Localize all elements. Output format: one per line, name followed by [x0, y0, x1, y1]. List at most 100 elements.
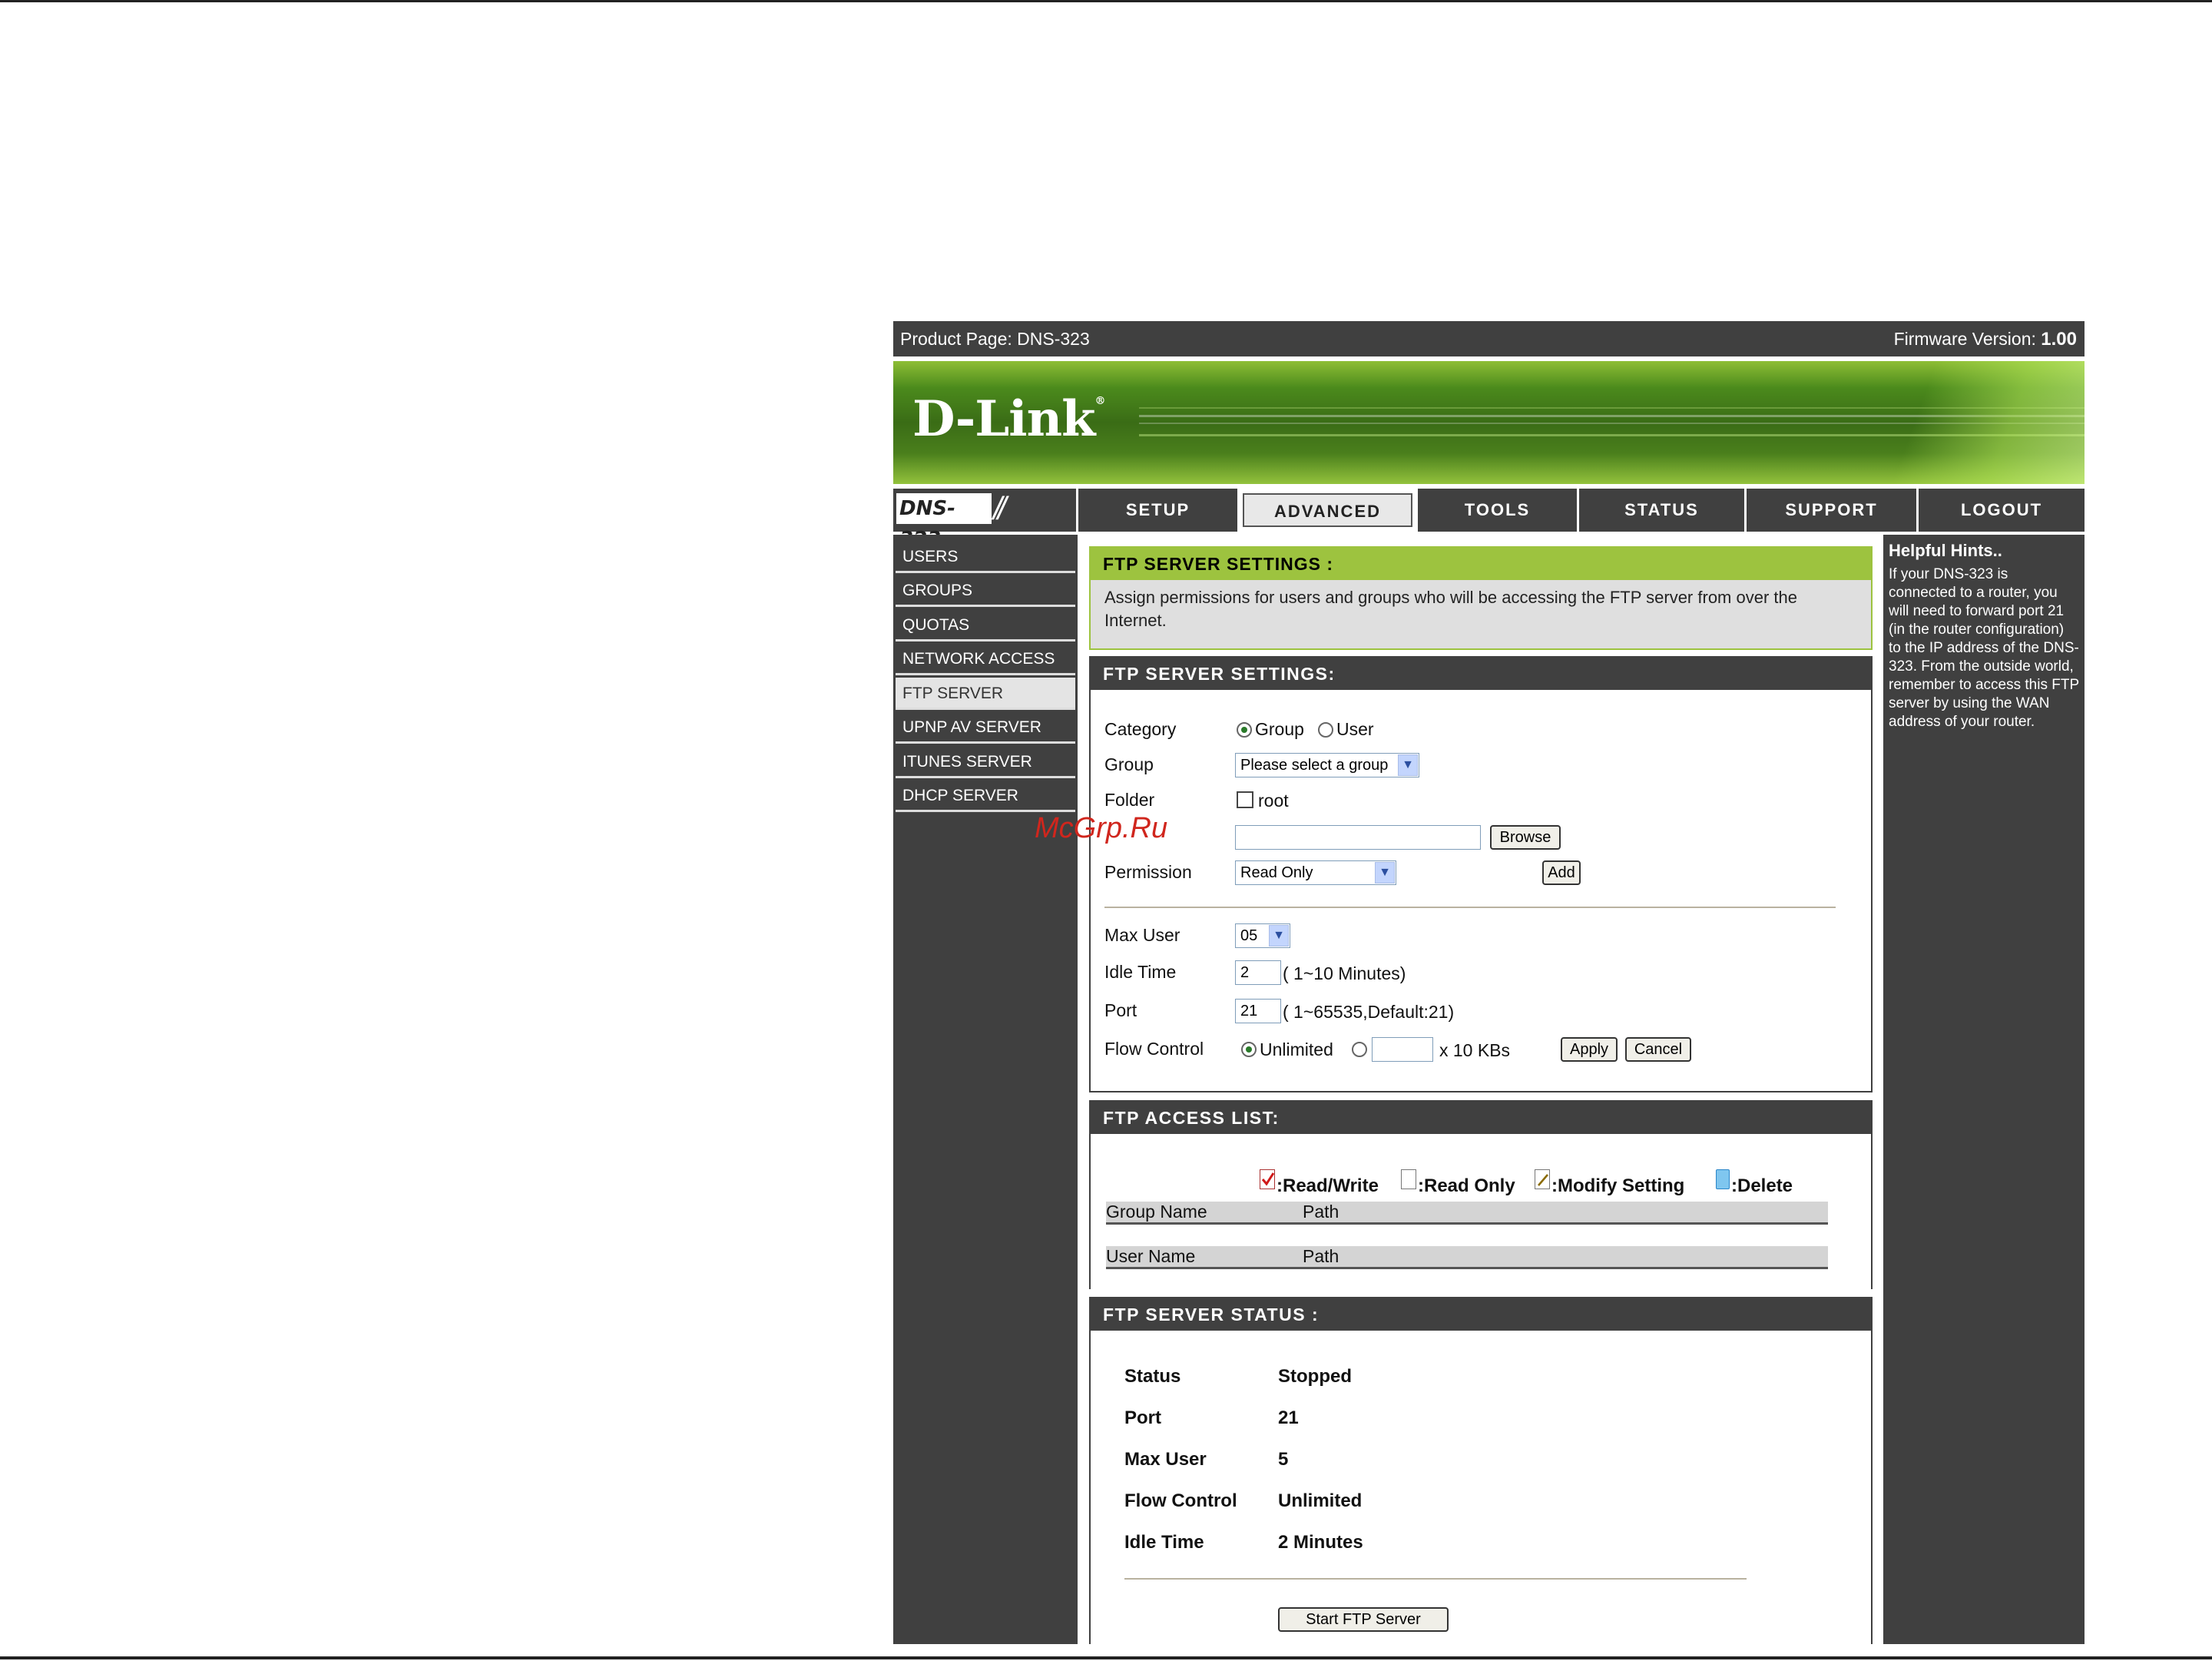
- status-value: Stopped: [1278, 1366, 1352, 1387]
- status-divider: [1124, 1578, 1747, 1580]
- category-user-radio[interactable]: [1318, 722, 1333, 738]
- sidebar-item-groups[interactable]: GROUPS: [896, 575, 1075, 607]
- banner-fan: [1808, 361, 2085, 484]
- apply-button[interactable]: Apply: [1561, 1037, 1618, 1062]
- category-user-label: User: [1336, 719, 1374, 739]
- sidebar-item-itunes-server[interactable]: ITUNES SERVER: [896, 746, 1075, 778]
- status-idle-time-value: 2 Minutes: [1278, 1532, 1363, 1553]
- watermark: McGrp.Ru: [1035, 812, 1168, 844]
- legend-read-write: :Read/Write: [1277, 1175, 1379, 1196]
- root-checkbox-label: root: [1258, 791, 1289, 811]
- browse-button[interactable]: Browse: [1490, 825, 1561, 850]
- bottom-rule: [0, 1656, 2212, 1659]
- firmware-number: 1.00: [2041, 329, 2077, 350]
- group-list-header: Group Name Path: [1106, 1202, 1828, 1225]
- category-group-radio[interactable]: [1237, 722, 1252, 738]
- read-write-icon: [1260, 1169, 1275, 1189]
- flow-limited-radio[interactable]: [1352, 1042, 1367, 1057]
- hints-title: Helpful Hints..: [1889, 541, 2002, 560]
- logo-text: D-Link: [912, 390, 1095, 448]
- permission-select[interactable]: Read Only ▼: [1235, 860, 1396, 885]
- legend-delete: :Delete: [1731, 1175, 1793, 1196]
- port-input[interactable]: 21: [1235, 999, 1281, 1023]
- flow-limit-input[interactable]: [1372, 1037, 1433, 1062]
- settings-panel: FTP SERVER SETTINGS: Category Group User…: [1089, 656, 1873, 1092]
- tab-setup[interactable]: SETUP: [1076, 489, 1237, 532]
- group-name-header: Group Name: [1106, 1202, 1207, 1222]
- main-content: FTP SERVER SETTINGS : Assign permissions…: [1087, 535, 1876, 1644]
- status-title: FTP SERVER STATUS :: [1091, 1298, 1871, 1331]
- group-label: Group: [1104, 754, 1154, 774]
- sidebar-item-dhcp-server[interactable]: DHCP SERVER: [896, 780, 1075, 812]
- sidebar-item-upnp-av-server[interactable]: UPNP AV SERVER: [896, 711, 1075, 744]
- sidebar-item-ftp-server[interactable]: FTP SERVER: [896, 678, 1075, 710]
- category-label: Category: [1104, 719, 1177, 739]
- group-path-header: Path: [1303, 1202, 1339, 1222]
- intro-title: FTP SERVER SETTINGS :: [1091, 548, 1871, 580]
- dlink-admin-page: Product Page: DNS-323 Firmware Version: …: [893, 321, 2085, 1644]
- top-rule: [0, 0, 2212, 2]
- flow-control-label: Flow Control: [1104, 1039, 1204, 1059]
- permission-label: Permission: [1104, 862, 1192, 882]
- root-checkbox[interactable]: [1237, 791, 1253, 808]
- status-max-user-label: Max User: [1124, 1449, 1207, 1470]
- modify-setting-icon: [1535, 1169, 1550, 1189]
- flow-unit-label: x 10 KBs: [1439, 1040, 1511, 1060]
- user-path-header: Path: [1303, 1246, 1339, 1266]
- user-list-header: User Name Path: [1106, 1246, 1828, 1269]
- firmware-label: Firmware Version:: [1893, 329, 2041, 349]
- category-group-label: Group: [1255, 719, 1304, 739]
- idle-time-input[interactable]: 2: [1235, 960, 1281, 985]
- tab-tools[interactable]: TOOLS: [1416, 489, 1577, 532]
- max-user-label: Max User: [1104, 925, 1181, 945]
- hints-text: If your DNS-323 is connected to a router…: [1889, 566, 2079, 730]
- cancel-button[interactable]: Cancel: [1625, 1037, 1691, 1062]
- flow-unlimited-radio[interactable]: [1241, 1042, 1257, 1057]
- chevron-down-icon: ▼: [1375, 862, 1395, 884]
- port-hint: ( 1~65535,Default:21): [1283, 1002, 1455, 1022]
- top-nav: DNS-323 // SETUP ADVANCED TOOLS STATUS S…: [893, 489, 2085, 551]
- tab-status[interactable]: STATUS: [1577, 489, 1744, 532]
- access-list-title: FTP ACCESS LIST:: [1091, 1102, 1871, 1134]
- tab-label: TOOLS: [1464, 500, 1531, 519]
- model-box: DNS-323 //: [893, 489, 1076, 551]
- sidebar-item-users[interactable]: USERS: [896, 541, 1075, 573]
- add-button[interactable]: Add: [1542, 860, 1581, 885]
- firmware-version: Firmware Version: 1.00: [1894, 321, 2077, 357]
- user-name-header: User Name: [1106, 1246, 1196, 1266]
- legend-read-only: :Read Only: [1418, 1175, 1515, 1196]
- brand-banner: D-Link®: [893, 361, 2085, 484]
- start-ftp-server-button[interactable]: Start FTP Server: [1278, 1607, 1449, 1632]
- max-user-select-value: 05: [1240, 927, 1258, 944]
- tab-advanced[interactable]: ADVANCED: [1237, 489, 1416, 532]
- tab-label: SETUP: [1125, 500, 1190, 519]
- access-list-panel: FTP ACCESS LIST: :Read/Write :Read Only …: [1089, 1100, 1873, 1289]
- status-flow-control-value: Unlimited: [1278, 1490, 1363, 1511]
- chevron-down-icon: ▼: [1269, 925, 1289, 947]
- sidebar-item-quotas[interactable]: QUOTAS: [896, 609, 1075, 642]
- max-user-select[interactable]: 05 ▼: [1235, 923, 1290, 948]
- group-select[interactable]: Please select a group ▼: [1235, 753, 1419, 777]
- settings-title: FTP SERVER SETTINGS:: [1091, 658, 1871, 690]
- status-max-user-value: 5: [1278, 1449, 1289, 1470]
- folder-label: Folder: [1104, 790, 1155, 810]
- product-page-label: Product Page: DNS-323: [900, 329, 1090, 349]
- product-bar: Product Page: DNS-323 Firmware Version: …: [893, 321, 2085, 356]
- status-idle-time-label: Idle Time: [1124, 1532, 1204, 1553]
- status-panel: FTP SERVER STATUS : Status Stopped Port …: [1089, 1297, 1873, 1644]
- left-sidebar: USERS GROUPS QUOTAS NETWORK ACCESS FTP S…: [893, 535, 1078, 1644]
- legend-modify-setting: :Modify Setting: [1551, 1175, 1685, 1196]
- folder-path-input[interactable]: [1235, 825, 1481, 850]
- intro-text: Assign permissions for users and groups …: [1104, 588, 1797, 630]
- status-port-value: 21: [1278, 1407, 1299, 1428]
- settings-divider: [1104, 907, 1836, 908]
- tab-logout[interactable]: LOGOUT: [1916, 489, 2085, 532]
- chevron-down-icon: ▼: [1398, 754, 1418, 776]
- tab-label: LOGOUT: [1960, 500, 2043, 519]
- tab-support[interactable]: SUPPORT: [1744, 489, 1916, 532]
- sidebar-item-network-access[interactable]: NETWORK ACCESS: [896, 643, 1075, 675]
- permission-select-value: Read Only: [1240, 864, 1313, 881]
- helpful-hints: Helpful Hints.. If your DNS-323 is conne…: [1883, 535, 2085, 1644]
- trash-icon: [1716, 1169, 1730, 1189]
- tab-label: STATUS: [1624, 500, 1699, 519]
